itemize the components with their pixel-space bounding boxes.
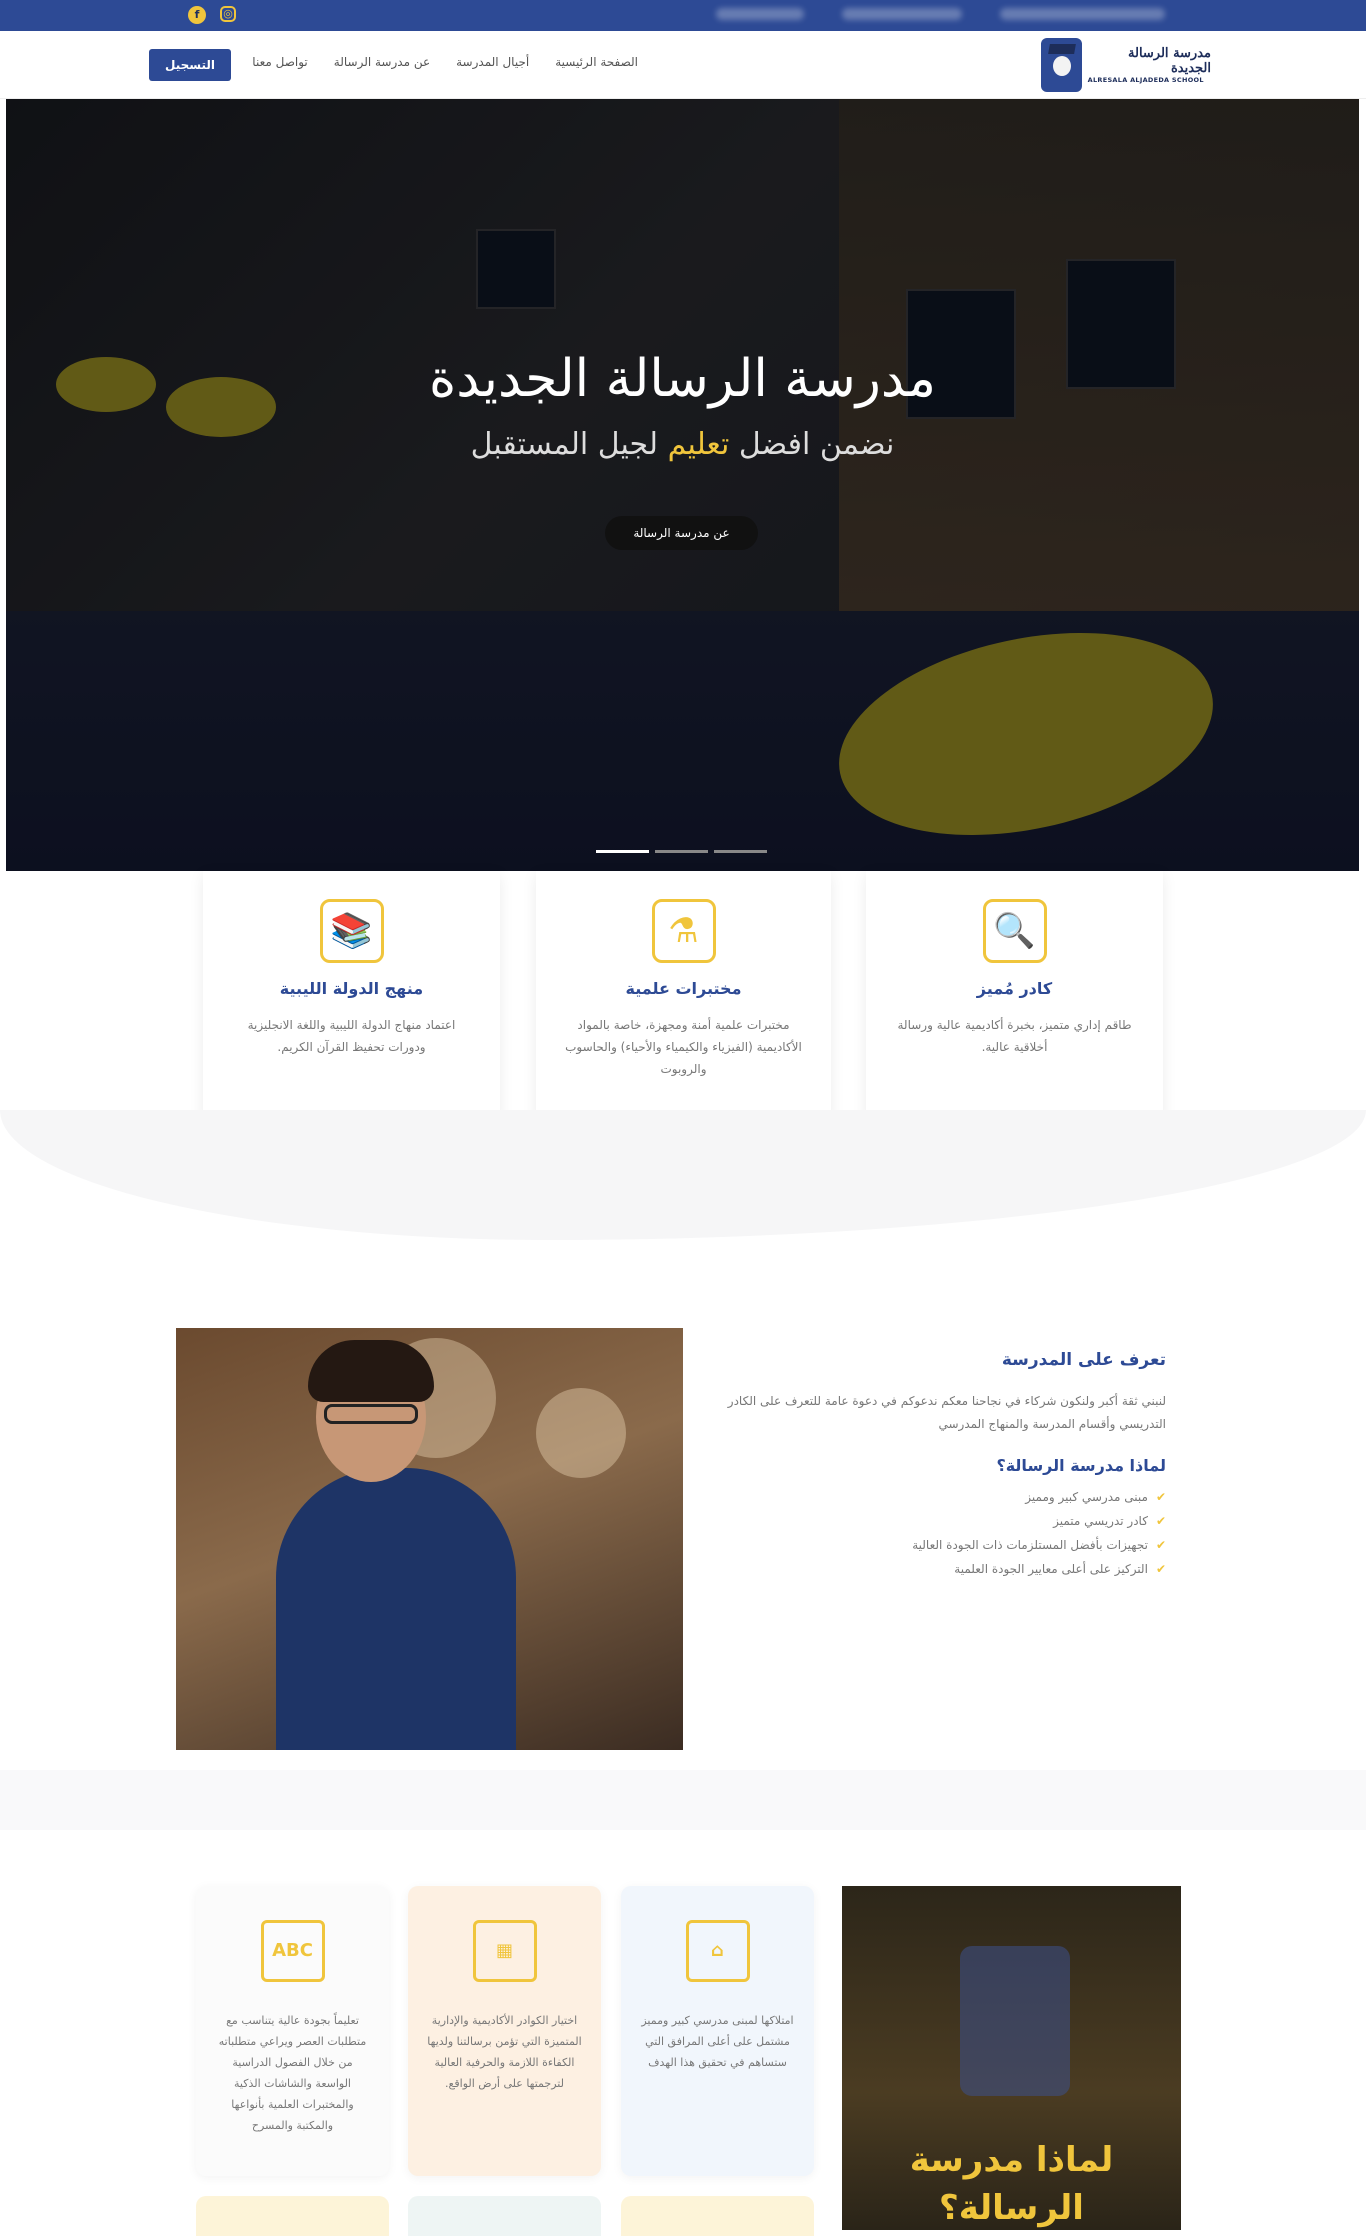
top-bar: ◎ f (0, 0, 1366, 31)
list-item-text: مبنى مدرسي كبير ومميز (1025, 1490, 1148, 1504)
why-card-text: اختيار الكوادر الأكاديمية والإدارية المت… (427, 2014, 582, 2090)
feature-card-labs: ⚗ مختبرات علمية مختبرات علمية أمنة ومجهز… (536, 871, 831, 1118)
why-card-next (196, 2196, 389, 2236)
feature-title: مختبرات علمية (625, 979, 742, 998)
feature-title: منهج الدولة الليبية (279, 979, 424, 998)
why-card-text: امتلاكها لمبنى مدرسي كبير ومميز مشتمل عل… (641, 2014, 794, 2069)
about-description: لنبني ثقة أكبر ولنكون شركاء في نجاحنا مع… (727, 1394, 1166, 1431)
feature-text: اعتماد منهاج الدولة الليبية واللغة الانج… (247, 1018, 456, 1054)
school-logo[interactable]: مدرسة الرسالة الجديدة ALRESALA ALJADEDA … (1041, 37, 1211, 93)
nav-item-home[interactable]: الصفحة الرئيسية (555, 55, 638, 69)
hero-slider: مدرسة الرسالة الجديدة نضمن افضل تعليم لج… (6, 99, 1359, 871)
why-card-education: ABC تعليماً بجودة عالية يتناسب مع متطلبا… (196, 1886, 389, 2176)
school-emblem-icon (1041, 38, 1082, 92)
section-spacer (0, 1770, 1366, 1830)
nav-item-contact[interactable]: تواصل معنا (252, 55, 307, 69)
logo-name-ar: مدرسة الرسالة الجديدة (1128, 46, 1211, 76)
slider-dot-2[interactable] (655, 850, 708, 853)
abc-board-icon: ABC (260, 1920, 325, 1982)
contact-email-blurred (716, 8, 804, 20)
about-section: تعرف على المدرسة لنبني ثقة أكبر ولنكون ش… (0, 1240, 1366, 1770)
feature-card-curriculum: 📚 منهج الدولة الليبية اعتماد منهاج الدول… (203, 871, 500, 1118)
contact-address-blurred (1000, 8, 1165, 20)
list-item: ✔ كادر تدريسي متميز (726, 1509, 1166, 1533)
about-text-block: تعرف على المدرسة لنبني ثقة أكبر ولنكون ش… (726, 1350, 1166, 1581)
graduate-search-icon: 🔍 (982, 899, 1047, 963)
why-school-title: لماذا مدرسة الرسالة؟ (996, 1456, 1166, 1475)
nav-item-about[interactable]: عن مدرسة الرسالة (334, 55, 430, 69)
why-card-building: ⌂ امتلاكها لمبنى مدرسي كبير ومميز مشتمل … (621, 1886, 814, 2176)
list-item: ✔ التركيز على أعلى معايير الجودة العلمية (726, 1557, 1166, 1581)
contact-phone-blurred (842, 8, 962, 20)
hero-sub-start: نضمن افضل (738, 427, 895, 462)
list-item-text: كادر تدريسي متميز (1053, 1514, 1148, 1528)
photo-student-hair (308, 1340, 434, 1402)
hero-sub-highlight: تعليم (667, 427, 730, 462)
why-card-next (408, 2196, 601, 2236)
why-school-image: لماذا مدرسة الرسالة؟ (842, 1886, 1181, 2230)
feature-title: كادر مُميز (976, 979, 1053, 998)
check-icon: ✔ (1155, 1562, 1166, 1576)
social-links: ◎ f (188, 6, 236, 24)
student-photo (176, 1328, 683, 1750)
photo-student-glasses (324, 1404, 418, 1424)
check-icon: ✔ (1155, 1538, 1166, 1552)
nav-menu: الصفحة الرئيسية أجيال المدرسة عن مدرسة ا… (252, 55, 638, 69)
instagram-icon[interactable]: ◎ (220, 6, 236, 22)
register-button[interactable]: التسجيل (149, 49, 231, 81)
check-icon: ✔ (1155, 1490, 1166, 1504)
feature-text: طاقم إداري متميز، بخبرة أكاديمية عالية و… (897, 1018, 1132, 1054)
nav-item-generations[interactable]: أجيال المدرسة (456, 55, 529, 69)
hero-overlay (6, 99, 1359, 871)
school-building-icon: ⌂ (685, 1920, 750, 1982)
photo-student-body (276, 1468, 516, 1750)
hero-sub-end: لجيل المستقبل (470, 427, 659, 462)
slider-dot-1[interactable] (596, 850, 649, 853)
books-apple-icon: 📚 (319, 899, 384, 963)
hero-subtitle: نضمن افضل تعليم لجيل المستقبل (6, 427, 1359, 462)
photo-bokeh (536, 1388, 626, 1478)
section-wave-divider (0, 1110, 1366, 1240)
about-school-button[interactable]: عن مدرسة الرسالة (605, 516, 758, 550)
logo-text: مدرسة الرسالة الجديدة ALRESALA ALJADEDA … (1088, 46, 1211, 84)
teacher-board-icon: ▦ (472, 1920, 537, 1982)
about-title: تعرف على المدرسة (1001, 1350, 1166, 1370)
list-item-text: تجهيزات بأفضل المستلزمات ذات الجودة العا… (912, 1538, 1148, 1552)
slider-dot-3[interactable] (714, 850, 767, 853)
facebook-icon[interactable]: f (188, 6, 206, 24)
why-list: ✔ مبنى مدرسي كبير ومميز ✔ كادر تدريسي متمي… (726, 1485, 1166, 1581)
why-section: لماذا مدرسة الرسالة؟ ⌂ امتلاكها لمبنى مد… (0, 1830, 1366, 2236)
school-emblem-icon (960, 1946, 1070, 2096)
list-item: ✔ تجهيزات بأفضل المستلزمات ذات الجودة الع… (726, 1533, 1166, 1557)
why-side-title: لماذا مدرسة الرسالة؟ (909, 2140, 1114, 2228)
list-item: ✔ مبنى مدرسي كبير ومميز (726, 1485, 1166, 1509)
list-item-text: التركيز على أعلى معايير الجودة العلمية (954, 1562, 1148, 1576)
check-icon: ✔ (1155, 1514, 1166, 1528)
hero-title: مدرسة الرسالة الجديدة (428, 349, 937, 409)
why-card-staff: ▦ اختيار الكوادر الأكاديمية والإدارية ال… (408, 1886, 601, 2176)
why-card-text: تعليماً بجودة عالية يتناسب مع متطلبات ال… (218, 2014, 367, 2132)
feature-card-staff: 🔍 كادر مُميز طاقم إداري متميز، بخبرة أكا… (866, 871, 1163, 1118)
slider-dots (596, 850, 767, 853)
why-card-next (621, 2196, 814, 2236)
feature-text: مختبرات علمية أمنة ومجهزة، خاصة بالمواد … (565, 1018, 802, 1076)
lab-flask-icon: ⚗ (651, 899, 716, 963)
logo-name-en: ALRESALA ALJADEDA SCHOOL (1087, 76, 1204, 84)
